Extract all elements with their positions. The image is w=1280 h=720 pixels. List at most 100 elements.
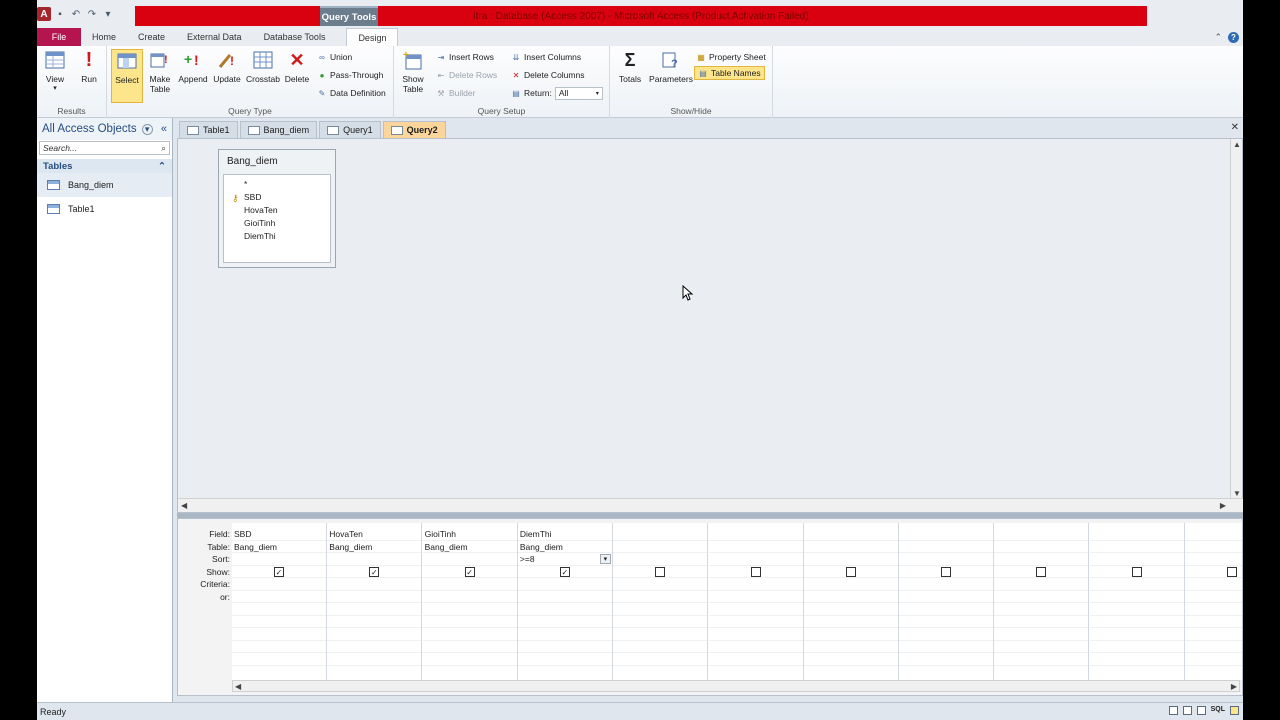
- union-button[interactable]: ∞ Union: [317, 50, 352, 64]
- make-table-button[interactable]: ! Make Table: [147, 49, 173, 101]
- scroll-right-icon[interactable]: ▶: [1220, 501, 1226, 510]
- grid-empty-cell[interactable]: [232, 628, 326, 641]
- grid-criteria-cell[interactable]: [708, 578, 803, 591]
- grid-empty-cell[interactable]: [994, 603, 1089, 616]
- tab-design[interactable]: Design: [346, 28, 399, 46]
- nav-item-bang-diem[interactable]: Bang_diem: [37, 173, 172, 197]
- grid-empty-cell[interactable]: [517, 616, 612, 628]
- grid-field-cell[interactable]: [803, 528, 898, 541]
- delete-query-button[interactable]: ✕ Delete: [283, 49, 311, 101]
- grid-sort-cell[interactable]: >=8 ▾: [517, 553, 612, 566]
- grid-empty-cell[interactable]: [327, 653, 422, 666]
- grid-empty-cell[interactable]: [1089, 628, 1184, 641]
- grid-empty-cell[interactable]: [517, 628, 612, 641]
- grid-criteria-cell[interactable]: [232, 578, 326, 591]
- grid-empty-cell[interactable]: [708, 641, 803, 653]
- grid-empty-cell[interactable]: [1089, 603, 1184, 616]
- nav-item-table1[interactable]: Table1: [37, 197, 172, 221]
- pivotchart-view-icon[interactable]: [1196, 706, 1206, 715]
- grid-field-cell[interactable]: [1185, 528, 1242, 541]
- shutter-bar-collapse-icon[interactable]: «: [161, 123, 167, 135]
- grid-criteria-cell[interactable]: [803, 578, 898, 591]
- grid-empty-cell[interactable]: [422, 653, 517, 666]
- nav-header[interactable]: All Access Objects ▾ «: [37, 118, 172, 140]
- grid-sort-cell[interactable]: [708, 553, 803, 566]
- scroll-left-icon[interactable]: ◀: [235, 682, 241, 691]
- field-all[interactable]: *: [244, 178, 330, 191]
- grid-horizontal-scrollbar[interactable]: ◀ ▶: [232, 680, 1240, 692]
- delete-rows-button[interactable]: ⇤ Delete Rows: [436, 68, 498, 82]
- grid-empty-cell[interactable]: [422, 603, 517, 616]
- update-button[interactable]: ! Update: [211, 49, 243, 101]
- grid-field-cell[interactable]: [1089, 528, 1184, 541]
- grid-field-cell[interactable]: [708, 528, 803, 541]
- grid-or-cell[interactable]: [1089, 591, 1184, 603]
- show-checkbox[interactable]: ✓: [559, 566, 570, 577]
- datasheet-view-icon[interactable]: [1168, 706, 1178, 715]
- scroll-right-icon[interactable]: ▶: [1231, 682, 1237, 691]
- sort-dropdown-icon[interactable]: ▾: [599, 554, 611, 564]
- grid-empty-cell[interactable]: [1185, 653, 1242, 666]
- pass-through-button[interactable]: ● Pass-Through: [317, 68, 384, 82]
- grid-empty-cell[interactable]: [1185, 616, 1242, 628]
- tab-create[interactable]: Create: [127, 28, 176, 46]
- insert-columns-button[interactable]: ⇊ Insert Columns: [511, 50, 582, 64]
- grid-field-cell[interactable]: HovaTen: [327, 528, 422, 541]
- grid-sort-cell[interactable]: [803, 553, 898, 566]
- crosstab-button[interactable]: Crosstab: [245, 49, 281, 101]
- grid-empty-cell[interactable]: [613, 641, 708, 653]
- grid-show-cell[interactable]: [1089, 566, 1184, 578]
- grid-empty-cell[interactable]: [1185, 603, 1242, 616]
- scroll-up-icon[interactable]: ▲: [1233, 140, 1241, 149]
- property-sheet-button[interactable]: ▦ Property Sheet: [696, 50, 765, 64]
- tab-external-data[interactable]: External Data: [176, 28, 253, 46]
- grid-field-cell[interactable]: DiemThi: [517, 528, 612, 541]
- insert-rows-button[interactable]: ⇥ Insert Rows: [436, 50, 494, 64]
- doc-tab-table1[interactable]: Table1: [179, 121, 238, 138]
- grid-empty-cell[interactable]: [708, 653, 803, 666]
- grid-empty-cell[interactable]: [517, 641, 612, 653]
- sql-view-button[interactable]: SQL: [1211, 706, 1225, 715]
- run-button[interactable]: ! Run: [75, 49, 103, 101]
- doc-tab-query2[interactable]: Query2: [382, 121, 446, 138]
- grid-empty-cell[interactable]: [327, 628, 422, 641]
- grid-empty-cell[interactable]: [613, 616, 708, 628]
- grid-empty-cell[interactable]: [994, 628, 1089, 641]
- help-icon[interactable]: ?: [1228, 31, 1239, 43]
- grid-or-cell[interactable]: [613, 591, 708, 603]
- grid-show-cell[interactable]: [803, 566, 898, 578]
- grid-field-cell[interactable]: GioiTinh: [422, 528, 517, 541]
- grid-table-cell[interactable]: [708, 541, 803, 553]
- show-checkbox[interactable]: [1036, 566, 1047, 577]
- field-list-window[interactable]: Bang_diem * ⚷ SBD HovaTen GioiTinh DiemT…: [218, 149, 336, 268]
- grid-or-cell[interactable]: [708, 591, 803, 603]
- doc-tab-query1[interactable]: Query1: [319, 121, 381, 138]
- field-sbd[interactable]: ⚷ SBD: [232, 191, 330, 204]
- field-hovaten[interactable]: HovaTen: [244, 204, 330, 217]
- vertical-scrollbar[interactable]: ▲ ▼: [1230, 139, 1242, 499]
- query-design-pane[interactable]: Bang_diem * ⚷ SBD HovaTen GioiTinh DiemT…: [177, 138, 1243, 513]
- grid-table-cell[interactable]: Bang_diem: [327, 541, 422, 553]
- grid-empty-cell[interactable]: [803, 603, 898, 616]
- tab-file[interactable]: File: [37, 28, 81, 46]
- grid-or-cell[interactable]: [1185, 591, 1242, 603]
- grid-show-cell[interactable]: [1185, 566, 1242, 578]
- access-app-icon[interactable]: A: [37, 7, 51, 21]
- grid-empty-cell[interactable]: [422, 616, 517, 628]
- grid-empty-cell[interactable]: [899, 641, 994, 653]
- grid-empty-cell[interactable]: [1089, 616, 1184, 628]
- grid-table-cell[interactable]: [1185, 541, 1242, 553]
- tab-home[interactable]: Home: [81, 28, 127, 46]
- grid-or-cell[interactable]: [517, 591, 612, 603]
- builder-button[interactable]: ⚒ Builder: [436, 86, 475, 100]
- grid-table-cell[interactable]: Bang_diem: [422, 541, 517, 553]
- customize-qat-icon[interactable]: ▾: [101, 7, 115, 21]
- grid-sort-cell[interactable]: [327, 553, 422, 566]
- grid-criteria-cell[interactable]: [613, 578, 708, 591]
- nav-search-input[interactable]: Search... ⌕: [39, 141, 170, 155]
- grid-empty-cell[interactable]: [803, 628, 898, 641]
- grid-show-cell[interactable]: ✓: [422, 566, 517, 578]
- grid-criteria-cell[interactable]: [517, 578, 612, 591]
- grid-table-cell[interactable]: [899, 541, 994, 553]
- nav-menu-icon[interactable]: ▾: [141, 123, 153, 135]
